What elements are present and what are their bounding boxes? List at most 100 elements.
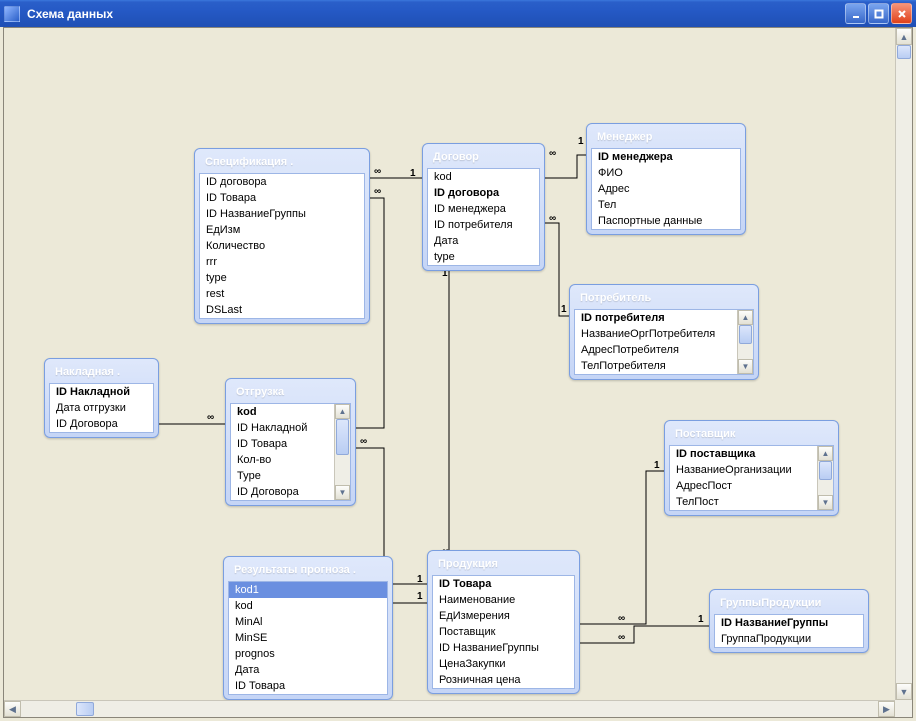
field[interactable]: Паспортные данные (592, 213, 740, 229)
field[interactable]: Кол-во (231, 452, 333, 468)
field-key[interactable]: ID поставщика (670, 446, 816, 462)
field[interactable]: Дата (229, 662, 387, 678)
field[interactable]: ФИО (592, 165, 740, 181)
field-key[interactable]: ID потребителя (575, 310, 736, 326)
scroll-down-icon[interactable]: ▼ (896, 683, 912, 700)
field[interactable]: ID НазваниеГруппы (200, 206, 364, 222)
scroll-thumb[interactable] (76, 702, 94, 716)
field[interactable]: ID Товара (231, 436, 333, 452)
field-key[interactable]: ID Накладной (50, 384, 153, 400)
field[interactable]: type (200, 270, 364, 286)
table-title: Отгрузка (230, 383, 351, 403)
cardinality-one: 1 (410, 168, 416, 179)
vertical-scrollbar[interactable]: ▲ ▼ (895, 28, 912, 700)
field[interactable]: Дата (428, 233, 539, 249)
field[interactable]: ID Накладной (231, 420, 333, 436)
cardinality-many: ∞ (549, 213, 556, 224)
scroll-track[interactable] (896, 45, 912, 683)
field[interactable]: Количество (200, 238, 364, 254)
field[interactable]: Тел (592, 197, 740, 213)
table-results[interactable]: Результаты прогноза . kod1 kod MinAl Min… (223, 556, 393, 700)
field[interactable]: ТелПост (670, 494, 816, 510)
scroll-up-icon[interactable]: ▲ (896, 28, 912, 45)
table-dogovor[interactable]: Договор kod ID договора ID менеджера ID … (422, 143, 545, 271)
field[interactable]: АдресПост (670, 478, 816, 494)
field[interactable]: НазваниеОргПотребителя (575, 326, 736, 342)
scroll-down-icon[interactable]: ▼ (738, 359, 753, 374)
field[interactable]: ЕдИзмерения (433, 608, 574, 624)
table-potreb[interactable]: Потребитель ID потребителя НазваниеОргПо… (569, 284, 759, 380)
scroll-up-icon[interactable]: ▲ (818, 446, 833, 461)
table-body: ID договора ID Товара ID НазваниеГруппы … (199, 173, 365, 319)
table-product[interactable]: Продукция ID Товара Наименование ЕдИзмер… (427, 550, 580, 694)
field[interactable]: ID договора (200, 174, 364, 190)
field[interactable]: type (428, 249, 539, 265)
field[interactable]: MinAl (229, 614, 387, 630)
field[interactable]: ID Договора (231, 484, 333, 500)
list-scrollbar[interactable]: ▲ ▼ (737, 310, 753, 374)
workspace: ∞ 1 ∞ ∞ 1 ∞ 1 1 ∞ ∞ 1 1 1 ∞ ∞ 1 ∞ 1 Спец… (3, 27, 913, 718)
table-nakladnaya[interactable]: Накладная . ID Накладной Дата отгрузки I… (44, 358, 159, 438)
field[interactable]: Type (231, 468, 333, 484)
horizontal-scrollbar[interactable]: ◀ ▶ (4, 700, 895, 717)
table-postav[interactable]: Поставщик ID поставщика НазваниеОрганиза… (664, 420, 839, 516)
table-otgruzka[interactable]: Отгрузка kod ID Накладной ID Товара Кол-… (225, 378, 356, 506)
field-key[interactable]: ID Товара (433, 576, 574, 592)
field-key[interactable]: ID НазваниеГруппы (715, 615, 863, 631)
minimize-button[interactable] (845, 3, 866, 24)
field[interactable]: ID Договора (50, 416, 153, 432)
field[interactable]: DSLast (200, 302, 364, 318)
field[interactable]: MinSE (229, 630, 387, 646)
field[interactable]: prognos (229, 646, 387, 662)
scroll-up-icon[interactable]: ▲ (738, 310, 753, 325)
field[interactable]: Адрес (592, 181, 740, 197)
scroll-left-icon[interactable]: ◀ (4, 701, 21, 717)
list-scrollbar[interactable]: ▲ ▼ (817, 446, 833, 510)
field-selected[interactable]: kod1 (229, 582, 387, 598)
field[interactable]: kod (428, 169, 539, 185)
scroll-down-icon[interactable]: ▼ (335, 485, 350, 500)
list-scrollbar[interactable]: ▲ ▼ (334, 404, 350, 500)
field[interactable]: ID Товара (229, 678, 387, 694)
cardinality-many: ∞ (374, 186, 381, 197)
maximize-button[interactable] (868, 3, 889, 24)
table-spec[interactable]: Спецификация . ID договора ID Товара ID … (194, 148, 370, 324)
field[interactable]: ГруппаПродукции (715, 631, 863, 647)
field[interactable]: ЕдИзм (200, 222, 364, 238)
field[interactable]: Поставщик (433, 624, 574, 640)
table-manager[interactable]: Менеджер ID менеджера ФИО Адрес Тел Пасп… (586, 123, 746, 235)
field[interactable]: АдресПотребителя (575, 342, 736, 358)
field[interactable]: rest (200, 286, 364, 302)
scroll-track[interactable] (21, 701, 878, 717)
field[interactable]: Розничная цена (433, 672, 574, 688)
field-key[interactable]: ID менеджера (592, 149, 740, 165)
field[interactable]: kod (229, 598, 387, 614)
diagram-canvas[interactable]: ∞ 1 ∞ ∞ 1 ∞ 1 1 ∞ ∞ 1 1 1 ∞ ∞ 1 ∞ 1 Спец… (4, 28, 895, 700)
table-body: ID потребителя НазваниеОргПотребителя Ад… (574, 309, 754, 375)
field[interactable]: ID менеджера (428, 201, 539, 217)
cardinality-many: ∞ (618, 632, 625, 643)
field[interactable]: Дата отгрузки (50, 400, 153, 416)
field[interactable]: ID НазваниеГруппы (433, 640, 574, 656)
field-key[interactable]: kod (231, 404, 333, 420)
field-key[interactable]: ID договора (428, 185, 539, 201)
field[interactable]: rrr (200, 254, 364, 270)
table-group[interactable]: ГруппыПродукции ID НазваниеГруппы Группа… (709, 589, 869, 653)
close-button[interactable] (891, 3, 912, 24)
scroll-right-icon[interactable]: ▶ (878, 701, 895, 717)
scroll-thumb[interactable] (897, 45, 911, 59)
field[interactable]: Наименование (433, 592, 574, 608)
field[interactable]: ЦенаЗакупки (433, 656, 574, 672)
field[interactable]: ID Товара (200, 190, 364, 206)
titlebar[interactable]: Схема данных (0, 0, 916, 27)
field[interactable]: НазваниеОрганизации (670, 462, 816, 478)
table-body: kod ID Накладной ID Товара Кол-во Type I… (230, 403, 351, 501)
field[interactable]: ID потребителя (428, 217, 539, 233)
table-body: ID Накладной Дата отгрузки ID Договора (49, 383, 154, 433)
cardinality-many: ∞ (360, 436, 367, 447)
field[interactable]: ТелПотребителя (575, 358, 736, 374)
scroll-up-icon[interactable]: ▲ (335, 404, 350, 419)
cardinality-one: 1 (698, 614, 704, 625)
scroll-down-icon[interactable]: ▼ (818, 495, 833, 510)
cardinality-many: ∞ (549, 148, 556, 159)
